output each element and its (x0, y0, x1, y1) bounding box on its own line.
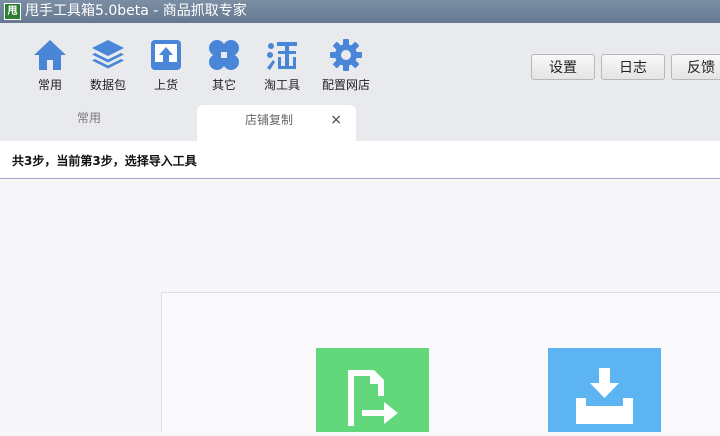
tao-icon (267, 42, 297, 70)
file-export-icon (348, 370, 398, 426)
log-button[interactable]: 日志 (601, 54, 665, 80)
import-tool-card-download[interactable] (548, 348, 661, 432)
import-tool-card-file[interactable] (316, 348, 429, 432)
upload-icon (151, 40, 181, 70)
toolbar-other-button[interactable]: 其它 (192, 37, 256, 97)
toolbar-common-button[interactable]: 常用 (18, 37, 82, 97)
feedback-button[interactable]: 反馈 (671, 54, 720, 80)
toolbar-datapack-button[interactable]: 数据包 (76, 37, 140, 97)
app-logo-icon: 甩 (4, 3, 21, 20)
toolbar-label: 配置网店 (321, 78, 370, 92)
settings-button[interactable]: 设置 (531, 54, 595, 80)
layers-icon (92, 40, 124, 69)
home-icon (34, 40, 66, 70)
import-tools-panel (161, 292, 720, 432)
tab-bar: 常用 店铺复制 × (0, 105, 720, 141)
toolbar-config-shop-button[interactable]: 配置网店 (314, 37, 378, 97)
tab-label: 店铺复制 (245, 113, 294, 127)
tab-close-icon[interactable]: × (330, 107, 342, 133)
main-toolbar: 常用 数据包 上货 其它 淘工具 配置网店 设置 日志 反馈 (0, 23, 720, 105)
toolbar-label: 其它 (211, 78, 236, 92)
gear-icon (330, 39, 362, 71)
toolbar-label: 上货 (153, 78, 178, 92)
toolbar-upload-button[interactable]: 上货 (134, 37, 198, 97)
step-bar: 共3步，当前第3步，选择导入工具 (0, 141, 720, 179)
main-content (0, 179, 720, 432)
toolbar-tao-tools-button[interactable]: 淘工具 (250, 37, 314, 97)
title-bar: 甩 甩手工具箱5.0beta - 商品抓取专家 (0, 0, 720, 23)
step-indicator: 共3步，当前第3步，选择导入工具 (12, 154, 197, 168)
toolbar-label: 淘工具 (263, 78, 300, 92)
grid-icon (209, 40, 239, 70)
tab-shop-copy[interactable]: 店铺复制 × (197, 105, 356, 141)
window-title: 甩手工具箱5.0beta - 商品抓取专家 (25, 3, 247, 19)
tab-label: 常用 (76, 111, 101, 125)
tab-common[interactable]: 常用 (40, 105, 138, 141)
toolbar-label: 数据包 (89, 78, 126, 92)
download-tray-icon (576, 368, 633, 424)
toolbar-label: 常用 (37, 78, 62, 92)
